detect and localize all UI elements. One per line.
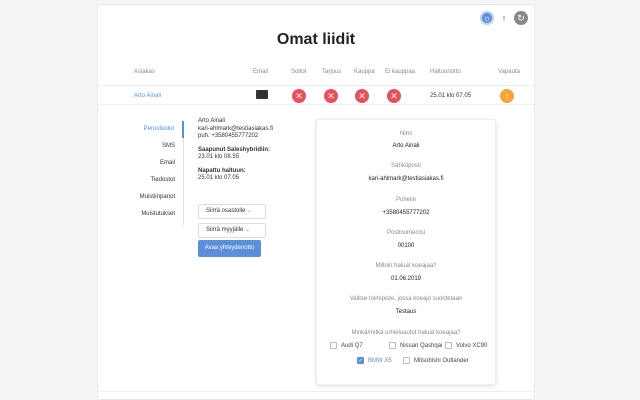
lead-form: Nimi Arto Ainali Sähköposti kari-ahlmark… xyxy=(316,119,496,385)
table-header: Asiakas Email Soitot Tarjous Kauppa Ei k… xyxy=(98,69,534,79)
email-label: Sähköposti xyxy=(391,163,421,169)
refresh-icon[interactable]: ↻ xyxy=(514,11,528,25)
chat-icon[interactable]: ☼ xyxy=(480,11,494,25)
no-deal-status-icon[interactable]: ✕ xyxy=(387,89,401,103)
phone-value: +3580455777202 xyxy=(382,210,430,216)
column-header-no-deal: Ei kauppaa xyxy=(385,69,416,75)
deal-status-icon[interactable]: ✕ xyxy=(355,89,369,103)
car-checkbox-audi[interactable]: Audi Q7 xyxy=(330,342,363,349)
car-checkbox-mitsubishi[interactable]: Mitsubishi Outlander xyxy=(403,357,469,364)
table-row: Arto Ainali ✕ ✕ ✕ ✕ 25.01 klo 07.05 ↑ xyxy=(98,85,534,105)
date-value: 01.06.2019 xyxy=(390,276,422,282)
tab-files[interactable]: Tiedostot xyxy=(124,172,183,189)
column-header-release: Vapauta xyxy=(498,69,520,75)
taken-label: Napattu haltuun: xyxy=(198,167,246,174)
email-icon[interactable] xyxy=(256,90,268,99)
date-label: Milloin haluat koeajaa? xyxy=(375,263,437,269)
chevron-down-icon: ⌄ xyxy=(247,208,253,214)
divider xyxy=(98,391,534,392)
tab-basic-info[interactable]: Perustiedot xyxy=(124,121,184,138)
checkbox-checked-icon: ✓ xyxy=(357,357,364,364)
name-value: Arto Ainali xyxy=(392,143,420,149)
column-header-deal: Kauppa xyxy=(354,69,375,75)
column-header-email: Email xyxy=(253,69,269,75)
release-button[interactable]: ↑ xyxy=(500,89,514,103)
column-header-calls: Soitot xyxy=(291,69,307,75)
zip-value: 00100 xyxy=(397,243,415,249)
checkbox-icon xyxy=(403,357,410,364)
calls-status-icon[interactable]: ✕ xyxy=(292,89,306,103)
place-value: Testaus xyxy=(395,309,417,315)
top-toolbar: ☼ ↑ ↻ xyxy=(480,11,528,25)
car-checkbox-volvo[interactable]: Volvo XC90 xyxy=(445,342,487,349)
cars-label: Minkä/mitkä urheiluautot haluat koeajaa? xyxy=(351,330,461,336)
leads-card: ☼ ↑ ↻ Omat liidit Asiakas Email Soitot T… xyxy=(97,4,535,400)
lead-phone: puh. +3580455777202 xyxy=(198,133,259,139)
takeover-date: 25.01 klo 07.05 xyxy=(430,93,472,99)
car-checkbox-bmw[interactable]: ✓ BMW X5 xyxy=(357,357,392,364)
arrived-value: 23.01 klo 08.55 xyxy=(198,154,240,160)
taken-value: 25.01 klo 07.05 xyxy=(198,175,240,181)
car-checkbox-nissan[interactable]: Nissan Qashqai xyxy=(389,342,442,349)
offer-status-icon[interactable]: ✕ xyxy=(324,89,338,103)
move-seller-label: Siirrä myyjälle xyxy=(206,227,244,233)
arrived-label: Saapunut Saleshybridiin: xyxy=(198,146,271,153)
lead-email: kari-ahlmark@testiasiakas.fi xyxy=(198,125,274,132)
page-title: Omat liidit xyxy=(276,31,356,48)
checkbox-icon xyxy=(389,342,396,349)
checkbox-icon xyxy=(330,342,337,349)
zip-label: Postinumerosi xyxy=(386,230,425,236)
customer-link[interactable]: Arto Ainali xyxy=(134,93,161,99)
chevron-down-icon: ⌄ xyxy=(245,227,251,233)
lead-name: Arto Ainali xyxy=(198,118,226,124)
move-seller-dropdown[interactable]: Siirrä myyjälle ⌄ xyxy=(198,223,266,238)
phone-label: Puhelin xyxy=(395,197,416,203)
name-label: Nimi xyxy=(400,131,412,137)
place-label: Valitse toimipiste, jossa koeajo suorite… xyxy=(349,296,463,302)
checkbox-icon xyxy=(445,342,452,349)
tab-reminders[interactable]: Muistutukset xyxy=(124,206,183,223)
column-header-offer: Tarjous xyxy=(322,69,342,75)
email-value: kari-ahlmark@testiasiakas.fi xyxy=(368,176,444,182)
column-header-takeover: Haltuunotto xyxy=(430,69,461,75)
open-contact-button[interactable]: Avaa yhteydenotto xyxy=(198,240,261,257)
tab-notes[interactable]: Muistiinpanot xyxy=(124,189,183,206)
arrow-up-icon[interactable]: ↑ xyxy=(497,11,511,25)
column-header-customer: Asiakas xyxy=(134,69,156,75)
lead-info: Arto Ainali kari-ahlmark@testiasiakas.fi… xyxy=(198,118,308,183)
tab-email[interactable]: Email xyxy=(124,155,183,172)
move-department-label: Siirrä osastolle xyxy=(206,208,246,214)
detail-tabs: Perustiedot SMS Email Tiedostot Muistiin… xyxy=(124,121,184,225)
tab-sms[interactable]: SMS xyxy=(124,138,183,155)
move-department-dropdown[interactable]: Siirrä osastolle ⌄ xyxy=(198,204,266,219)
